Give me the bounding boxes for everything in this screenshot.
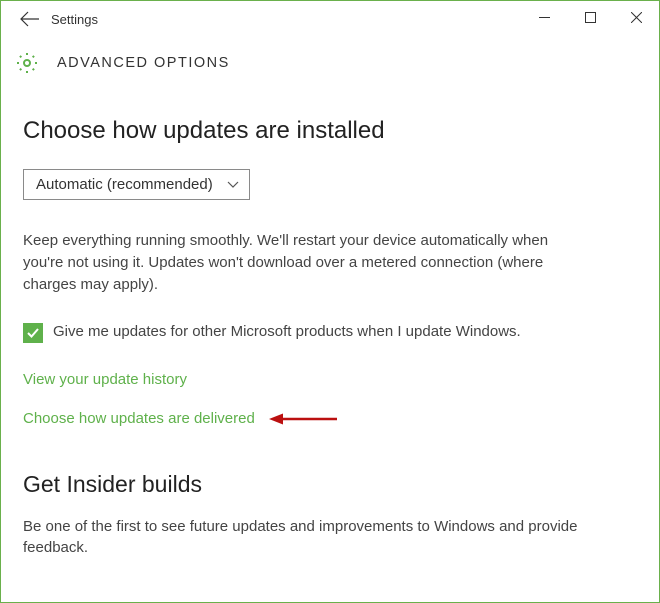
view-update-history-link[interactable]: View your update history — [23, 371, 637, 388]
subheader: ADVANCED OPTIONS — [1, 37, 659, 99]
other-products-label: Give me updates for other Microsoft prod… — [53, 321, 521, 342]
other-products-checkbox[interactable] — [23, 323, 43, 343]
other-products-checkbox-row: Give me updates for other Microsoft prod… — [23, 321, 637, 343]
app-title: Settings — [51, 12, 98, 27]
minimize-button[interactable] — [521, 1, 567, 33]
maximize-icon — [585, 12, 596, 23]
gear-icon — [15, 51, 39, 75]
close-icon — [631, 12, 642, 23]
chevron-down-icon — [227, 181, 239, 189]
maximize-button[interactable] — [567, 1, 613, 33]
minimize-icon — [539, 12, 550, 23]
choose-delivery-link[interactable]: Choose how updates are delivered — [23, 410, 255, 427]
install-mode-dropdown[interactable]: Automatic (recommended) — [23, 169, 250, 200]
page-title: ADVANCED OPTIONS — [57, 55, 230, 71]
annotation-arrow-icon — [269, 411, 339, 427]
window-controls — [521, 1, 659, 33]
install-description: Keep everything running smoothly. We'll … — [23, 230, 583, 295]
section-heading-install: Choose how updates are installed — [23, 117, 637, 145]
delivery-link-row: Choose how updates are delivered — [23, 410, 637, 427]
back-button[interactable] — [11, 1, 49, 37]
arrow-left-icon — [20, 11, 40, 27]
insider-description: Be one of the first to see future update… — [23, 516, 583, 558]
titlebar: Settings — [1, 1, 659, 37]
close-button[interactable] — [613, 1, 659, 33]
dropdown-selected-value: Automatic (recommended) — [36, 176, 213, 193]
content-area: Choose how updates are installed Automat… — [1, 117, 659, 558]
checkmark-icon — [26, 326, 40, 340]
section-heading-insider: Get Insider builds — [23, 471, 637, 498]
